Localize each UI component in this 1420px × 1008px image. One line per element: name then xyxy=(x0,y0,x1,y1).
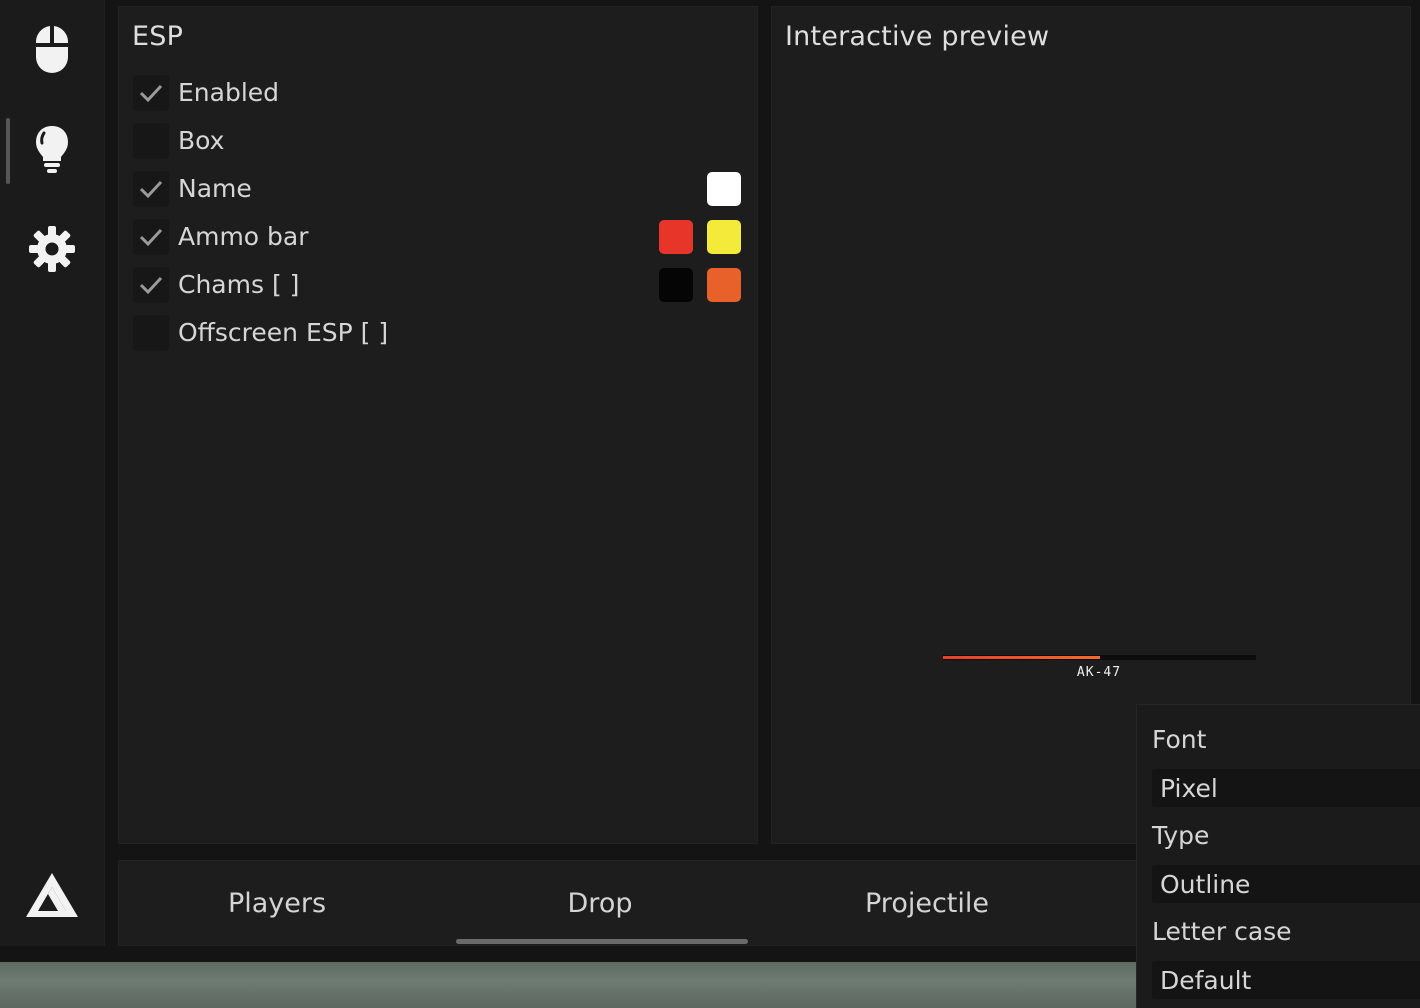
gear-icon xyxy=(28,225,76,277)
letter-case-select-value: Default xyxy=(1160,966,1252,995)
app-window: ESP Enabled Box Name Ammo bar Chams [] … xyxy=(0,0,1420,1008)
font-select-value: Pixel xyxy=(1160,774,1218,803)
offscreen-esp-checkbox[interactable] xyxy=(133,315,169,351)
ammo-bar-color-swatch-2[interactable] xyxy=(707,220,741,254)
chams-color-swatch-2[interactable] xyxy=(707,268,741,302)
sidebar-item-visuals[interactable] xyxy=(0,106,104,196)
type-select-value: Outline xyxy=(1160,870,1251,899)
font-settings-popup: Font Pixel Type Outline Letter case Defa… xyxy=(1136,704,1420,1008)
check-icon xyxy=(139,228,163,247)
esp-panel-title: ESP xyxy=(132,21,184,52)
box-label: Box xyxy=(178,126,225,155)
option-ammo-bar[interactable]: Ammo bar xyxy=(133,217,745,257)
option-enabled[interactable]: Enabled xyxy=(133,73,745,113)
sidebar-item-mouse[interactable] xyxy=(0,6,104,96)
name-label: Name xyxy=(178,174,252,203)
option-chams[interactable]: Chams [ ] xyxy=(133,265,745,305)
enabled-checkbox[interactable] xyxy=(133,75,169,111)
type-label: Type xyxy=(1152,821,1210,850)
tab-players[interactable]: Players xyxy=(119,861,435,945)
letter-case-label: Letter case xyxy=(1152,917,1292,946)
tab-drop[interactable]: Drop xyxy=(435,861,765,945)
type-select[interactable]: Outline xyxy=(1152,865,1420,903)
option-box[interactable]: Box xyxy=(133,121,745,161)
option-offscreen-esp[interactable]: Offscreen ESP [ ] xyxy=(133,313,745,353)
sidebar-item-settings[interactable] xyxy=(0,206,104,296)
logo-icon xyxy=(25,871,79,923)
chams-color-swatch-1[interactable] xyxy=(659,268,693,302)
mouse-icon xyxy=(32,23,72,79)
tab-projectile[interactable]: Projectile xyxy=(765,861,1089,945)
tab-active-indicator xyxy=(456,939,748,944)
ammo-bar-color-swatch-1[interactable] xyxy=(659,220,693,254)
name-checkbox[interactable] xyxy=(133,171,169,207)
preview-panel-title: Interactive preview xyxy=(785,21,1050,52)
offscreen-esp-label: Offscreen ESP [ ] xyxy=(178,318,389,347)
font-label: Font xyxy=(1152,725,1207,754)
name-color-swatch[interactable] xyxy=(707,172,741,206)
preview-weapon-label: AK-47 xyxy=(1076,665,1122,680)
chams-label: Chams [ ] xyxy=(178,270,300,299)
box-checkbox[interactable] xyxy=(133,123,169,159)
check-icon xyxy=(139,180,163,199)
lightbulb-icon xyxy=(34,124,70,178)
check-icon xyxy=(139,276,163,295)
chams-checkbox[interactable] xyxy=(133,267,169,303)
sidebar xyxy=(0,0,105,946)
enabled-label: Enabled xyxy=(178,78,280,107)
ammo-bar-checkbox[interactable] xyxy=(133,219,169,255)
ammo-bar-label: Ammo bar xyxy=(178,222,309,251)
preview-ammo-bar xyxy=(943,655,1256,660)
font-select[interactable]: Pixel xyxy=(1152,769,1420,807)
esp-panel: ESP Enabled Box Name Ammo bar Chams [] … xyxy=(118,6,758,844)
preview-ammo-fill xyxy=(943,656,1100,659)
logo xyxy=(0,852,104,942)
tab-bar: Players Drop Projectile xyxy=(118,860,1160,946)
option-name[interactable]: Name xyxy=(133,169,745,209)
check-icon xyxy=(139,84,163,103)
letter-case-select[interactable]: Default xyxy=(1152,961,1420,999)
